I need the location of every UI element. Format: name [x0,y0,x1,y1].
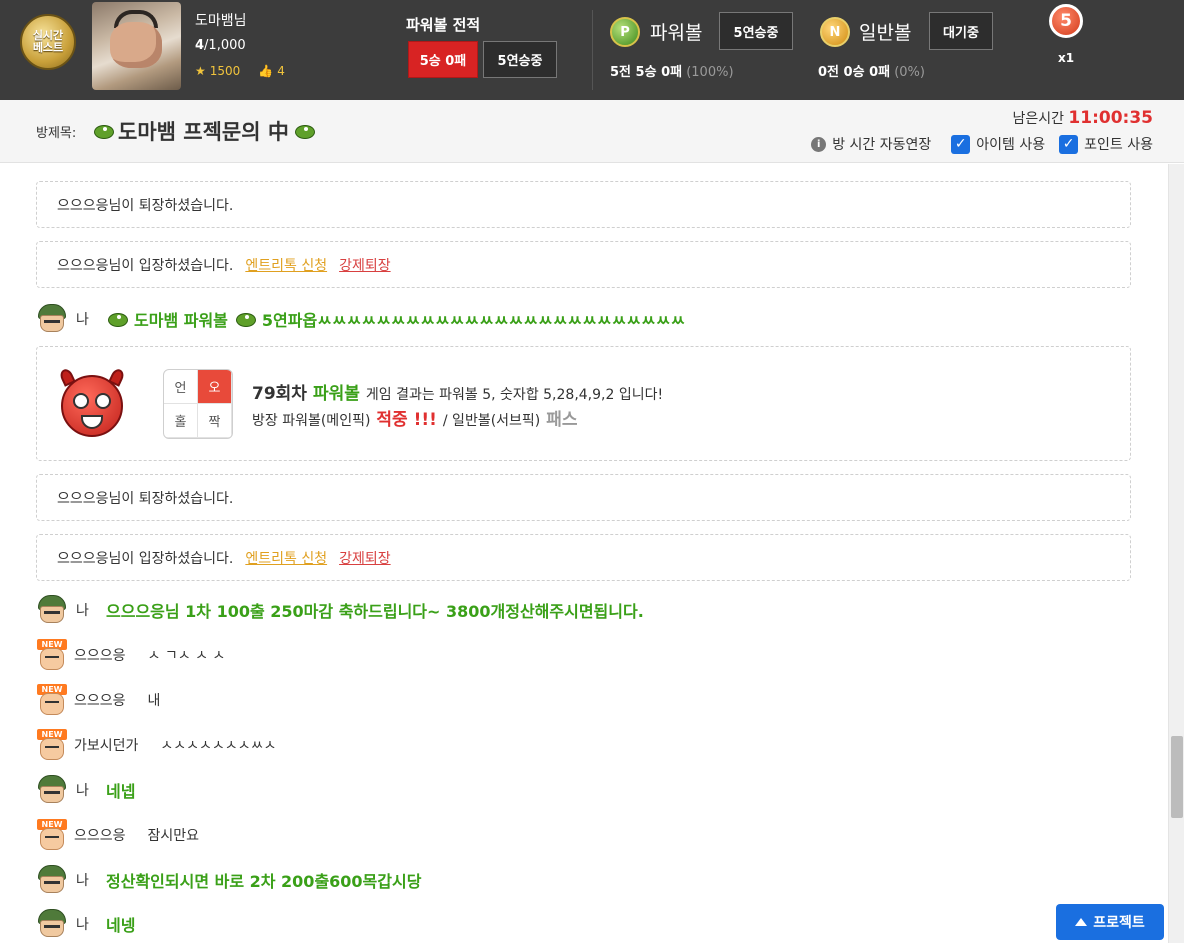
result-line-1: 79회차 파워볼 게임 결과는 파워볼 5, 숫자합 5,28,4,9,2 입니… [252,384,664,404]
message-text: 도마뱀 파워볼 5연파옵ㅆㅆㅆㅆㅆㅆㅆㅆㅆㅆㅆㅆㅆㅆㅆㅆㅆㅆㅆㅆㅆㅆㅆㅆㅆ [106,307,685,331]
soldier-avatar-icon [36,909,68,939]
lizard-icon [106,310,128,328]
entry-talk-request-link[interactable]: 엔트리톡 신청 [245,255,327,275]
message-text: 잠시만요 [147,828,200,844]
sender-name: 나 [76,873,89,889]
item-use-checkbox[interactable]: ✓ [951,134,971,154]
chat-message: NEW 으으으응 잠시만요 [36,819,199,851]
powerball-label: 파워볼 [650,22,703,44]
chat-message: NEW 으으으응 ㅅ ㄱㅅ ㅅ ㅅ [36,639,225,671]
ball-multiplier: x1 [1058,51,1075,65]
record-streak-button[interactable]: 5연승중 [483,41,557,78]
normalball-icon: N [820,17,850,47]
like-count: 4 [277,64,285,78]
sender-name: 나 [76,312,89,328]
room-options: i 방 시간 자동연장 ✓ 아이템 사용 ✓ 포인트 사용 [811,134,1153,154]
chat-area[interactable]: 으으으응님이 퇴장하셨습니다. 으으으응님이 입장하셨습니다. 엔트리톡 신청 … [0,164,1168,943]
result-cell-active: 오 [198,370,232,404]
host-nickname[interactable]: 도마뱀님 [195,10,247,30]
lizard-icon [293,122,315,140]
room-title-text: 도마뱀 프젝문의 中 [118,120,289,144]
sender-name: 나 [76,603,89,619]
sender-name: 가보시던가 [74,738,139,754]
sender-name: 으으으응 [74,648,126,664]
system-message: 으으으응님이 입장하셨습니다. 엔트리톡 신청 강제퇴장 [36,241,1131,288]
force-kick-link[interactable]: 강제퇴장 [339,548,391,568]
item-use-label[interactable]: 아이템 사용 [976,134,1045,154]
force-kick-link[interactable]: 강제퇴장 [339,255,391,275]
result-cell: 짝 [198,404,232,438]
record-title: 파워볼 전적 [406,16,481,34]
remaining-time: 남은시간 11:00:35 [1012,108,1153,128]
star-count: 1500 [209,64,241,78]
game-result-card: 언 오 홀 짝 79회차 파워볼 게임 결과는 파워볼 5, 숫자합 5,28,… [36,346,1131,461]
record-score-button[interactable]: 5승 0패 [408,41,478,78]
divider [592,10,593,90]
top-bar: 실시간 베스트 도마뱀님 4/1,000 ★ 1500 👍 4 파워볼 전적 5… [0,0,1184,100]
message-text: 정산확인되시면 바로 2차 200출600목갑시당 [106,872,422,891]
new-user-avatar-icon: NEW [36,819,68,851]
sender-name: 으으으응 [74,693,126,709]
result-line-2: 방장 파워볼(메인픽) 적중 !!! / 일반볼(서브픽) 패스 [252,410,578,430]
chat-message: 나 네넹 [36,909,135,939]
chat-message: 나 정산확인되시면 바로 2차 200출600목갑시당 [36,865,421,895]
chat-message: 나 도마뱀 파워볼 5연파옵ㅆㅆㅆㅆㅆㅆㅆㅆㅆㅆㅆㅆㅆㅆㅆㅆㅆㅆㅆㅆㅆㅆㅆㅆㅆ [36,304,685,334]
system-message: 으으으응님이 퇴장하셨습니다. [36,474,1131,521]
thumbs-up-icon: 👍 [258,64,274,78]
room-title: 도마뱀 프젝문의 中 [92,116,315,146]
point-use-label[interactable]: 포인트 사용 [1084,134,1153,154]
result-grid: 언 오 홀 짝 [163,369,233,439]
room-title-label: 방제목: [36,126,77,141]
soldier-avatar-icon [36,595,68,625]
star-icon: ★ [195,64,206,78]
auto-extend-label[interactable]: 방 시간 자동연장 [832,134,931,154]
arrow-up-icon [1075,918,1088,926]
message-text: 내 [147,693,161,709]
sender-name: 나 [76,783,89,799]
system-message: 으으으응님이 입장하셨습니다. 엔트리톡 신청 강제퇴장 [36,534,1131,581]
result-cell: 언 [164,370,198,404]
info-icon[interactable]: i [811,136,827,152]
ball-count-icon[interactable]: 5 [1049,4,1083,38]
host-avatar[interactable] [92,2,181,90]
powerball-stat: 5전 5승 0패 (100%) [610,65,734,80]
badge-line2: 베스트 [32,41,64,54]
sender-name: 으으으응 [74,828,126,844]
message-text: 으으으응님 1차 100출 250마감 축하드립니다~ 3800개정산해주시면됩… [106,602,644,621]
project-button[interactable]: 프로젝트 [1056,904,1164,940]
entry-talk-request-link[interactable]: 엔트리톡 신청 [245,548,327,568]
room-bar: 방제목: 도마뱀 프젝문의 中 남은시간 11:00:35 i 방 시간 자동연… [0,100,1184,163]
chat-scrollbar[interactable] [1168,164,1184,943]
chat-message: NEW 으으으응 내 [36,684,160,716]
normalball-status-button[interactable]: 대기중 [929,12,993,50]
message-text: ㅅ ㄱㅅ ㅅ ㅅ [147,648,226,664]
soldier-avatar-icon [36,304,68,334]
chat-message: NEW 가보시던가 ㅅㅅㅅㅅㅅㅅㅅㅆㅅ [36,729,276,761]
host-rank: 4/1,000 [195,38,246,53]
message-text: 네넵 [106,782,136,801]
devil-emoticon-icon [57,365,127,443]
sender-name: 나 [76,917,89,933]
message-text: 네넹 [106,916,136,935]
point-use-checkbox[interactable]: ✓ [1059,134,1079,154]
realtime-best-badge: 실시간 베스트 [20,14,76,70]
powerball-icon: P [610,17,640,47]
lizard-icon [92,122,114,140]
powerball-streak-button[interactable]: 5연승중 [719,12,793,50]
chat-message: 나 으으으응님 1차 100출 250마감 축하드립니다~ 3800개정산해주시… [36,595,644,625]
lizard-icon [234,310,256,328]
result-cell: 홀 [164,404,198,438]
scrollbar-thumb[interactable] [1171,736,1183,818]
new-user-avatar-icon: NEW [36,729,68,761]
host-points: ★ 1500 👍 4 [195,64,285,78]
soldier-avatar-icon [36,775,68,805]
new-user-avatar-icon: NEW [36,639,68,671]
normalball-stat: 0전 0승 0패 (0%) [818,65,925,80]
chat-message: 나 네넵 [36,775,135,805]
message-text: ㅅㅅㅅㅅㅅㅅㅅㅆㅅ [160,738,277,754]
new-user-avatar-icon: NEW [36,684,68,716]
system-message: 으으으응님이 퇴장하셨습니다. [36,181,1131,228]
soldier-avatar-icon [36,865,68,895]
normalball-label: 일반볼 [859,22,912,44]
